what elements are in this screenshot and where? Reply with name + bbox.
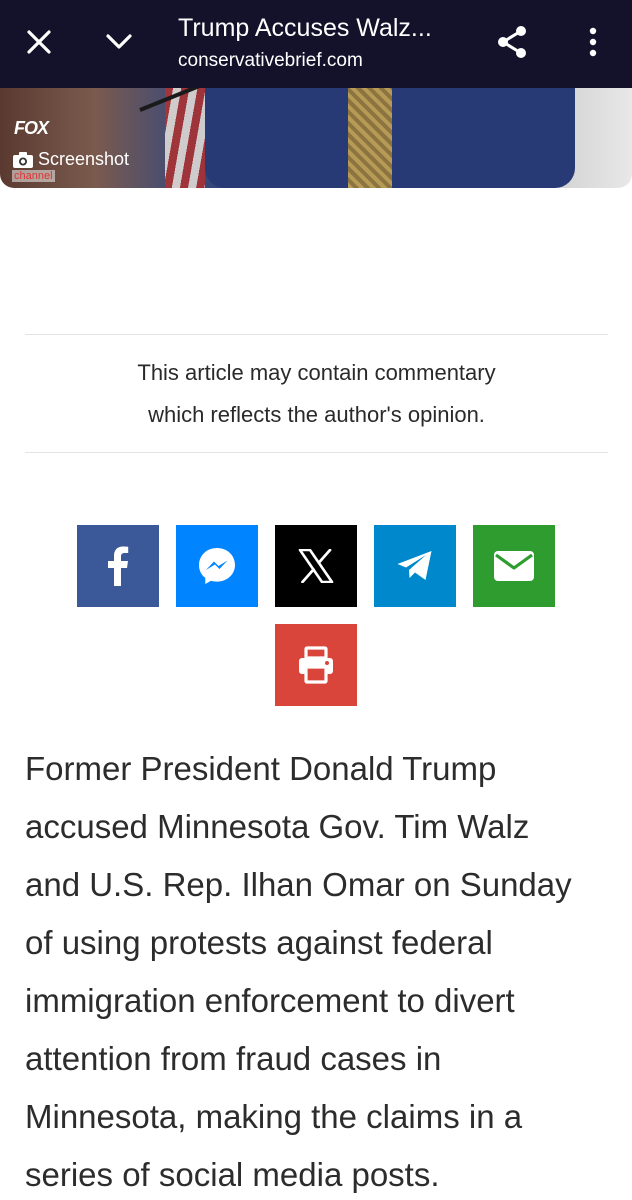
divider-top (25, 334, 608, 335)
x-icon (298, 549, 334, 583)
share-messenger-button[interactable] (176, 525, 258, 607)
facebook-icon (108, 546, 129, 586)
page-title: Trump Accuses Walz... (178, 14, 432, 42)
screenshot-label: Screenshot (38, 149, 130, 169)
divider-bottom (25, 452, 608, 453)
email-icon (494, 551, 534, 581)
fox-logo-channel: channel (12, 170, 55, 182)
share-email-button[interactable] (473, 525, 555, 607)
article-line: of using protests against federal (25, 924, 493, 961)
article-line: and U.S. Rep. Ilhan Omar on Sunday (25, 866, 572, 903)
article-line: Former President Donald Trump (25, 750, 497, 787)
article-body: Former President Donald Trump accused Mi… (25, 740, 605, 1200)
flag-graphic (165, 88, 205, 188)
notice-line-1: This article may contain commentary (137, 360, 496, 385)
commentary-notice: This article may contain commentary whic… (25, 352, 608, 436)
share-x-button[interactable] (275, 525, 357, 607)
more-vert-icon (589, 27, 597, 57)
chevron-down-icon (106, 34, 132, 49)
close-icon (27, 30, 51, 54)
print-button[interactable] (275, 624, 357, 706)
article-line: Minnesota, making the claims in a (25, 1098, 523, 1135)
close-button[interactable] (17, 20, 61, 64)
messenger-icon (199, 548, 235, 584)
share-icon (498, 26, 526, 58)
browser-toolbar: Trump Accuses Walz... conservativebrief.… (0, 0, 632, 88)
telegram-icon (397, 551, 432, 580)
more-options-button[interactable] (571, 20, 615, 64)
article-line: series of social media posts. (25, 1156, 440, 1193)
article-line: immigration enforcement to divert (25, 982, 515, 1019)
notice-line-2: which reflects the author's opinion. (148, 402, 485, 427)
share-facebook-button[interactable] (77, 525, 159, 607)
share-telegram-button[interactable] (374, 525, 456, 607)
fox-logo: FOX (14, 118, 49, 138)
minimize-button[interactable] (97, 20, 141, 64)
tie-graphic (348, 88, 392, 188)
article-hero-image: FOX channel Screenshot (0, 88, 632, 188)
share-button[interactable] (490, 20, 534, 64)
print-icon (299, 646, 333, 684)
page-url: conservativebrief.com (178, 50, 363, 71)
article-line: accused Minnesota Gov. Tim Walz (25, 808, 530, 845)
screenshot-caption: Screenshot (12, 149, 129, 170)
article-line: attention from fraud cases in (25, 1040, 442, 1077)
camera-icon (13, 151, 33, 168)
page-info[interactable]: Trump Accuses Walz... conservativebrief.… (178, 12, 478, 75)
